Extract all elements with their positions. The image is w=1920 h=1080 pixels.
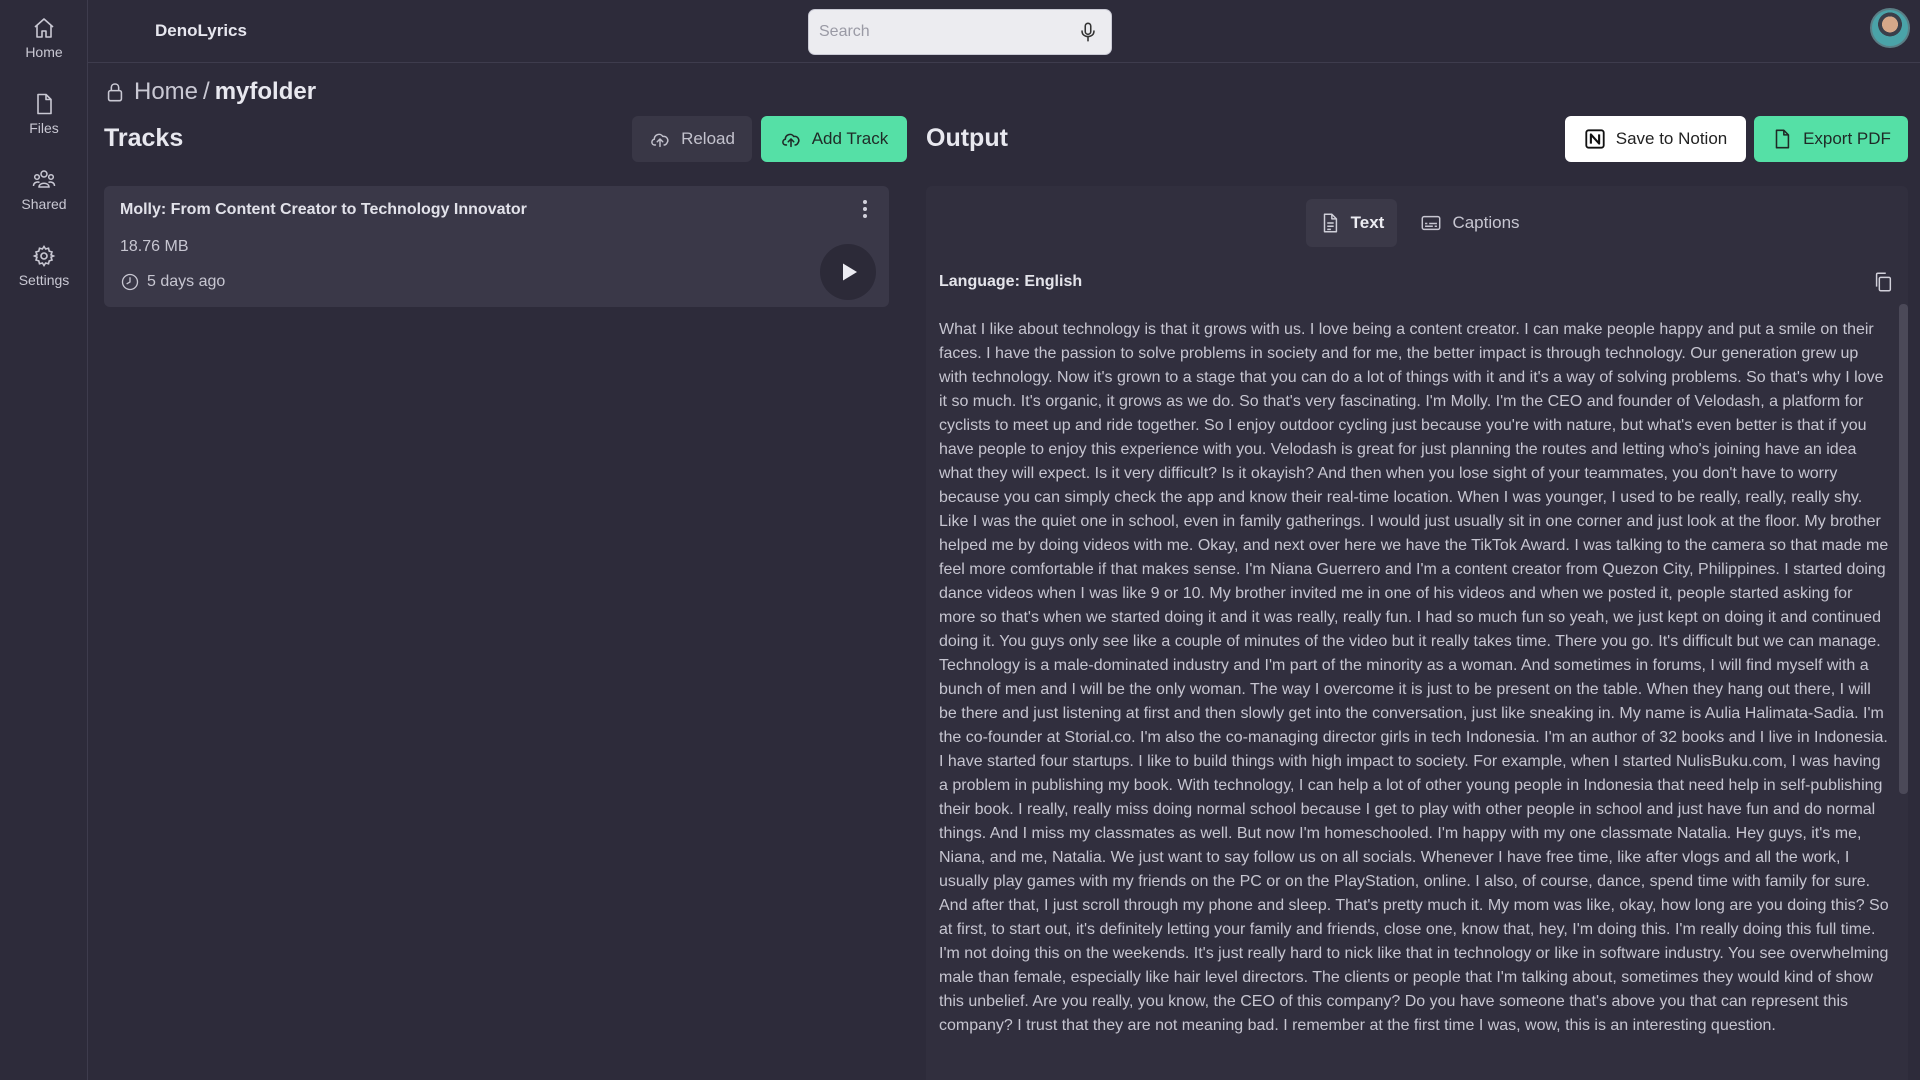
sidebar-item-settings[interactable]: Settings xyxy=(0,234,88,298)
breadcrumb: Home / myfolder xyxy=(104,77,316,107)
document-icon xyxy=(1323,213,1337,233)
track-title: Molly: From Content Creator to Technolog… xyxy=(120,201,527,218)
add-track-label: Add Track xyxy=(811,129,889,148)
language-label: Language: English xyxy=(939,273,1083,290)
app-title: DenoLyrics xyxy=(155,21,247,40)
breadcrumb-home[interactable]: Home xyxy=(134,78,198,106)
microphone-icon[interactable] xyxy=(1077,21,1099,43)
sidebar-item-label: Shared xyxy=(21,196,67,212)
sidebar-item-home[interactable]: Home xyxy=(0,6,88,70)
search-input[interactable] xyxy=(819,10,1069,54)
users-icon xyxy=(32,170,56,188)
copy-icon[interactable] xyxy=(1872,271,1894,293)
sidebar-item-shared[interactable]: Shared xyxy=(0,158,88,222)
notion-icon xyxy=(1585,129,1605,149)
scrollbar[interactable] xyxy=(1899,304,1908,794)
add-track-button[interactable]: Add Track xyxy=(761,116,907,162)
cloud-upload-icon xyxy=(651,133,669,148)
home-icon xyxy=(34,18,54,38)
more-options-icon[interactable] xyxy=(855,198,875,220)
gear-icon xyxy=(32,245,56,267)
track-card[interactable]: Molly: From Content Creator to Technolog… xyxy=(104,186,889,307)
clock-icon xyxy=(121,273,139,291)
export-pdf-button[interactable]: Export PDF xyxy=(1754,116,1908,162)
track-timestamp: 5 days ago xyxy=(120,272,225,292)
tab-text-label: Text xyxy=(1350,213,1385,232)
tracks-heading: Tracks xyxy=(104,124,184,152)
breadcrumb-current-folder: myfolder xyxy=(214,78,317,105)
reload-button[interactable]: Reload xyxy=(632,116,752,162)
export-pdf-label: Export PDF xyxy=(1803,129,1891,148)
save-to-notion-button[interactable]: Save to Notion xyxy=(1565,116,1746,162)
lock-icon xyxy=(107,83,123,102)
tab-captions-label: Captions xyxy=(1452,213,1520,232)
captions-icon xyxy=(1421,215,1441,231)
sidebar-item-files[interactable]: Files xyxy=(0,82,88,146)
play-button[interactable] xyxy=(820,244,876,300)
tab-text[interactable]: Text xyxy=(1306,199,1397,247)
tab-captions[interactable]: Captions xyxy=(1415,199,1525,247)
avatar[interactable] xyxy=(1870,8,1910,48)
sidebar: Home Files Shared Settings xyxy=(0,0,88,1080)
sidebar-item-label: Settings xyxy=(18,272,70,288)
reload-label: Reload xyxy=(681,129,735,148)
file-icon xyxy=(1775,129,1790,149)
cloud-upload-icon xyxy=(781,133,800,148)
sidebar-item-label: Files xyxy=(29,120,59,136)
track-file-size: 18.76 MB xyxy=(120,238,189,255)
transcript-text: What I like about technology is that it … xyxy=(939,321,1889,1034)
file-icon xyxy=(37,93,52,115)
breadcrumb-separator: / xyxy=(203,78,210,105)
output-heading: Output xyxy=(926,124,1008,152)
play-icon xyxy=(843,263,857,281)
sidebar-item-label: Home xyxy=(25,44,63,60)
output-panel: Text Captions Language: English What I l… xyxy=(926,186,1908,1080)
top-bar: DenoLyrics xyxy=(88,0,1920,63)
save-to-notion-label: Save to Notion xyxy=(1615,129,1728,148)
search-box[interactable] xyxy=(808,9,1112,55)
track-time-label: 5 days ago xyxy=(147,273,226,290)
